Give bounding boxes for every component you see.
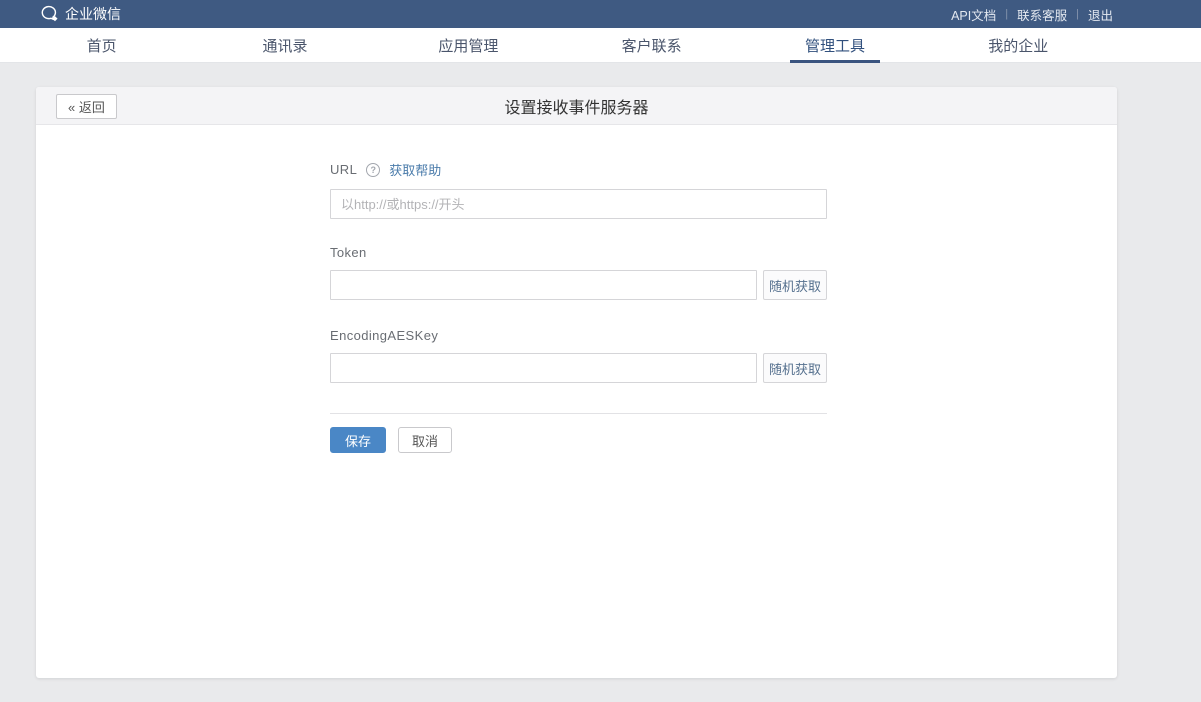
separator: | [1005, 8, 1008, 20]
aeskey-random-button[interactable]: 随机获取 [763, 353, 827, 383]
brand-name: 企业微信 [65, 4, 121, 24]
url-label-row: URL ? 获取帮助 [330, 160, 827, 179]
tab-contacts[interactable]: 通讯录 [193, 28, 376, 62]
aeskey-label: EncodingAESKey [330, 328, 438, 343]
token-random-button[interactable]: 随机获取 [763, 270, 827, 300]
form-divider [330, 413, 827, 414]
card-header: « 返回 设置接收事件服务器 [36, 87, 1117, 125]
card-body: URL ? 获取帮助 Token 随机获取 EncodingAESKey 随机获… [36, 125, 1117, 453]
tab-app-management[interactable]: 应用管理 [377, 28, 560, 62]
logout-link[interactable]: 退出 [1088, 5, 1113, 24]
tab-home[interactable]: 首页 [10, 28, 193, 62]
aeskey-input-row: 随机获取 [330, 353, 827, 383]
aeskey-input[interactable] [330, 353, 757, 383]
contact-support-link[interactable]: 联系客服 [1017, 5, 1067, 24]
tab-my-company[interactable]: 我的企业 [927, 28, 1110, 62]
token-input-row: 随机获取 [330, 270, 827, 300]
token-input[interactable] [330, 270, 757, 300]
tab-management-tools[interactable]: 管理工具 [743, 28, 926, 62]
content-card: « 返回 设置接收事件服务器 URL ? 获取帮助 Token 随机获取 Enc… [36, 87, 1117, 678]
form-actions: 保存 取消 [330, 427, 827, 453]
separator: | [1076, 8, 1079, 20]
aeskey-label-row: EncodingAESKey [330, 328, 827, 343]
brand: 企业微信 [40, 4, 121, 24]
token-label: Token [330, 245, 367, 260]
api-docs-link[interactable]: API文档 [951, 5, 996, 24]
token-label-row: Token [330, 245, 827, 260]
server-settings-form: URL ? 获取帮助 Token 随机获取 EncodingAESKey 随机获… [330, 160, 827, 453]
back-button[interactable]: « 返回 [56, 94, 117, 119]
topbar-links: API文档 | 联系客服 | 退出 [951, 5, 1113, 24]
cancel-button[interactable]: 取消 [398, 427, 452, 453]
save-button[interactable]: 保存 [330, 427, 386, 453]
get-help-link[interactable]: 获取帮助 [389, 160, 441, 179]
url-label: URL [330, 162, 357, 177]
tab-customer-contact[interactable]: 客户联系 [560, 28, 743, 62]
url-input[interactable] [330, 189, 827, 219]
topbar: 企业微信 API文档 | 联系客服 | 退出 [0, 0, 1201, 28]
help-question-icon[interactable]: ? [366, 163, 380, 177]
wecom-logo-icon [40, 5, 59, 23]
page-title: 设置接收事件服务器 [504, 94, 648, 118]
main-nav: 首页 通讯录 应用管理 客户联系 管理工具 我的企业 [0, 28, 1201, 63]
